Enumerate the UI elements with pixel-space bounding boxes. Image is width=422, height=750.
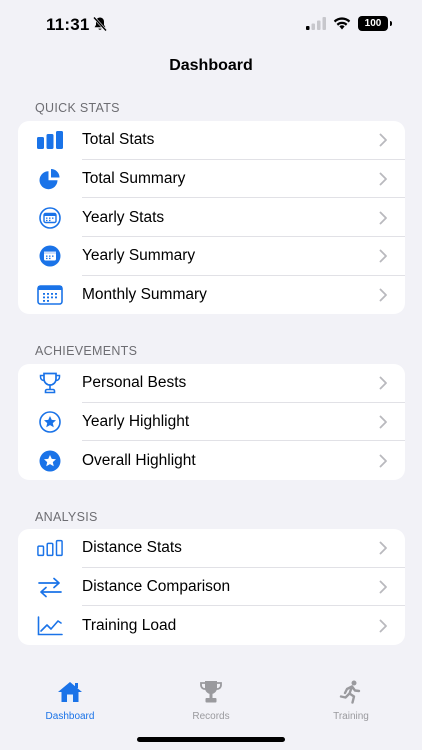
line-chart-icon xyxy=(37,615,63,637)
chevron-right-icon xyxy=(379,288,387,302)
pie-chart-icon xyxy=(37,168,63,190)
calendar-circle-fill-icon xyxy=(37,245,63,267)
row-overall-highlight[interactable]: Overall Highlight xyxy=(18,441,405,480)
page-title: Dashboard xyxy=(169,57,253,74)
row-label: Monthly Summary xyxy=(82,286,207,304)
chevron-right-icon xyxy=(379,211,387,225)
row-label: Personal Bests xyxy=(82,374,187,392)
row-distance-comparison[interactable]: Distance Comparison xyxy=(18,568,405,607)
row-training-load[interactable]: Training Load xyxy=(18,606,405,645)
status-bar: 11:31 100 xyxy=(0,0,422,50)
row-label: Overall Highlight xyxy=(82,451,196,469)
row-label: Distance Stats xyxy=(82,539,182,557)
row-yearly-stats[interactable]: Yearly Stats xyxy=(18,198,405,238)
row-label: Distance Comparison xyxy=(82,578,231,596)
battery-indicator: 100 xyxy=(358,16,392,31)
calendar-grid-icon xyxy=(37,284,63,306)
runner-icon xyxy=(339,680,361,704)
calendar-circle-icon xyxy=(37,206,63,229)
row-label: Total Summary xyxy=(82,170,186,188)
row-yearly-summary[interactable]: Yearly Summary xyxy=(18,237,405,276)
cellular-signal-icon xyxy=(306,17,326,30)
row-label: Total Stats xyxy=(82,131,155,149)
row-label: Yearly Highlight xyxy=(82,413,190,431)
row-monthly-summary[interactable]: Monthly Summary xyxy=(18,276,405,315)
row-label: Yearly Stats xyxy=(82,208,165,226)
status-time: 11:31 xyxy=(46,15,90,34)
tab-label: Dashboard xyxy=(45,711,95,722)
section-header-achievements: ACHIEVEMENTS xyxy=(35,344,138,358)
tab-label: Records xyxy=(192,711,230,722)
row-yearly-highlight[interactable]: Yearly Highlight xyxy=(18,403,405,442)
chevron-right-icon xyxy=(379,415,387,429)
analysis-card: Distance Stats Distance Comparison Train… xyxy=(18,529,405,646)
trophy-icon xyxy=(37,372,63,394)
chevron-right-icon xyxy=(379,541,387,555)
battery-level: 100 xyxy=(364,18,382,29)
wifi-icon xyxy=(333,17,351,30)
tab-label: Training xyxy=(333,711,369,722)
row-label: Yearly Summary xyxy=(82,247,196,265)
section-header-analysis: ANALYSIS xyxy=(35,510,98,524)
chevron-right-icon xyxy=(379,580,387,594)
home-indicator[interactable] xyxy=(137,737,285,742)
quick-stats-card: Total Stats Total Summary Yearly Stats Y… xyxy=(18,121,405,315)
chevron-right-icon xyxy=(379,454,387,468)
chevron-right-icon xyxy=(379,133,387,147)
section-header-quick-stats: QUICK STATS xyxy=(35,101,120,115)
bell-slash-icon xyxy=(93,16,107,32)
chevron-right-icon xyxy=(379,250,387,263)
bar-outline-icon xyxy=(37,537,63,559)
star-circle-fill-icon xyxy=(37,450,63,472)
chevron-right-icon xyxy=(379,376,387,390)
row-label: Training Load xyxy=(82,616,177,634)
star-circle-icon xyxy=(37,411,63,433)
arrows-exchange-icon xyxy=(37,576,63,598)
tab-dashboard[interactable]: Dashboard xyxy=(25,680,115,722)
tab-records[interactable]: Records xyxy=(166,680,256,722)
trophy-icon xyxy=(200,681,222,703)
chevron-right-icon xyxy=(379,172,387,186)
row-total-stats[interactable]: Total Stats xyxy=(18,121,405,160)
house-icon xyxy=(58,682,82,702)
row-personal-bests[interactable]: Personal Bests xyxy=(18,364,405,403)
row-distance-stats[interactable]: Distance Stats xyxy=(18,529,405,568)
chevron-right-icon xyxy=(379,619,387,633)
bar-chart-icon xyxy=(37,129,63,151)
row-total-summary[interactable]: Total Summary xyxy=(18,160,405,199)
achievements-card: Personal Bests Yearly Highlight Overall … xyxy=(18,364,405,481)
tab-training[interactable]: Training xyxy=(306,680,396,722)
